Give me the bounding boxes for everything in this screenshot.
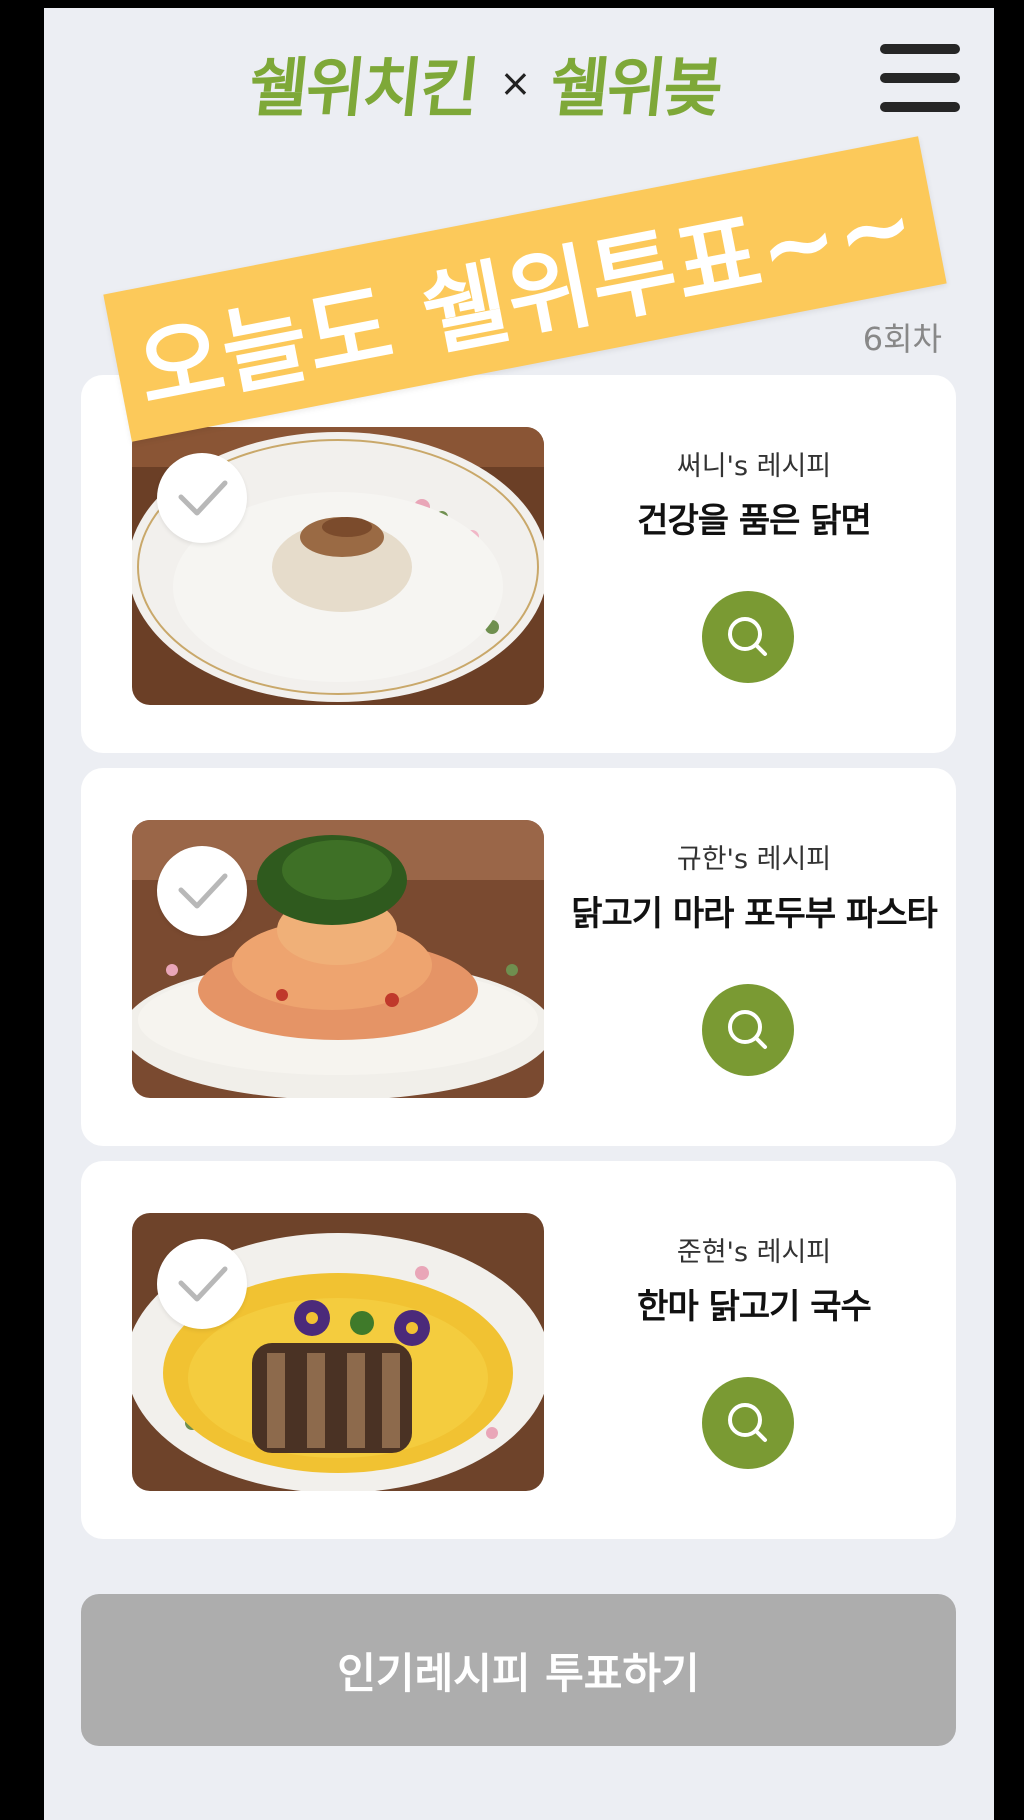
brand-right: 쉘위봊	[546, 52, 726, 126]
recipe-author: 규한's 레시피	[676, 844, 832, 875]
menu-bar	[880, 44, 960, 54]
select-checkbox[interactable]	[157, 1239, 247, 1329]
view-recipe-button[interactable]	[702, 984, 794, 1076]
check-icon	[178, 873, 228, 909]
brand-separator: ×	[499, 61, 532, 105]
recipe-title: 닭고기 마라 포두부 파스타	[571, 894, 938, 934]
brand-logo: 쉘위치킨 × 쉘위봊	[245, 38, 725, 128]
check-icon	[178, 480, 228, 516]
brand-left: 쉘위치킨	[245, 52, 481, 126]
check-icon	[178, 1266, 228, 1302]
recipe-card: 준현's 레시피 한마 닭고기 국수	[81, 1161, 956, 1539]
recipe-photo	[132, 820, 544, 1098]
search-icon	[728, 1403, 767, 1442]
round-label: 6회차	[862, 320, 942, 358]
recipe-title: 한마 닭고기 국수	[637, 1287, 872, 1327]
select-checkbox[interactable]	[157, 846, 247, 936]
recipe-author: 준현's 레시피	[676, 1237, 832, 1268]
view-recipe-button[interactable]	[702, 591, 794, 683]
recipe-card: 써니's 레시피 건강을 품은 닭면	[81, 375, 956, 753]
select-checkbox[interactable]	[157, 453, 247, 543]
view-recipe-button[interactable]	[702, 1377, 794, 1469]
vote-button[interactable]: 인기레시피 투표하기	[81, 1594, 956, 1746]
recipe-info: 규한's 레시피 닭고기 마라 포두부 파스타	[559, 840, 949, 936]
menu-bar	[880, 73, 960, 83]
search-icon	[728, 617, 767, 656]
hamburger-menu-icon[interactable]	[880, 44, 960, 112]
menu-bar	[880, 102, 960, 112]
recipe-photo	[132, 1213, 544, 1491]
recipe-photo	[132, 427, 544, 705]
recipe-author: 써니's 레시피	[676, 451, 832, 482]
app-page: 쉘위치킨 × 쉘위봊 6회차 써니's 레시피 건강을 품은 닭면 규한's 레…	[44, 8, 994, 1820]
recipe-card: 규한's 레시피 닭고기 마라 포두부 파스타	[81, 768, 956, 1146]
recipe-title: 건강을 품은 닭면	[637, 501, 872, 541]
recipe-info: 써니's 레시피 건강을 품은 닭면	[559, 447, 949, 543]
recipe-info: 준현's 레시피 한마 닭고기 국수	[559, 1233, 949, 1329]
search-icon	[728, 1010, 767, 1049]
